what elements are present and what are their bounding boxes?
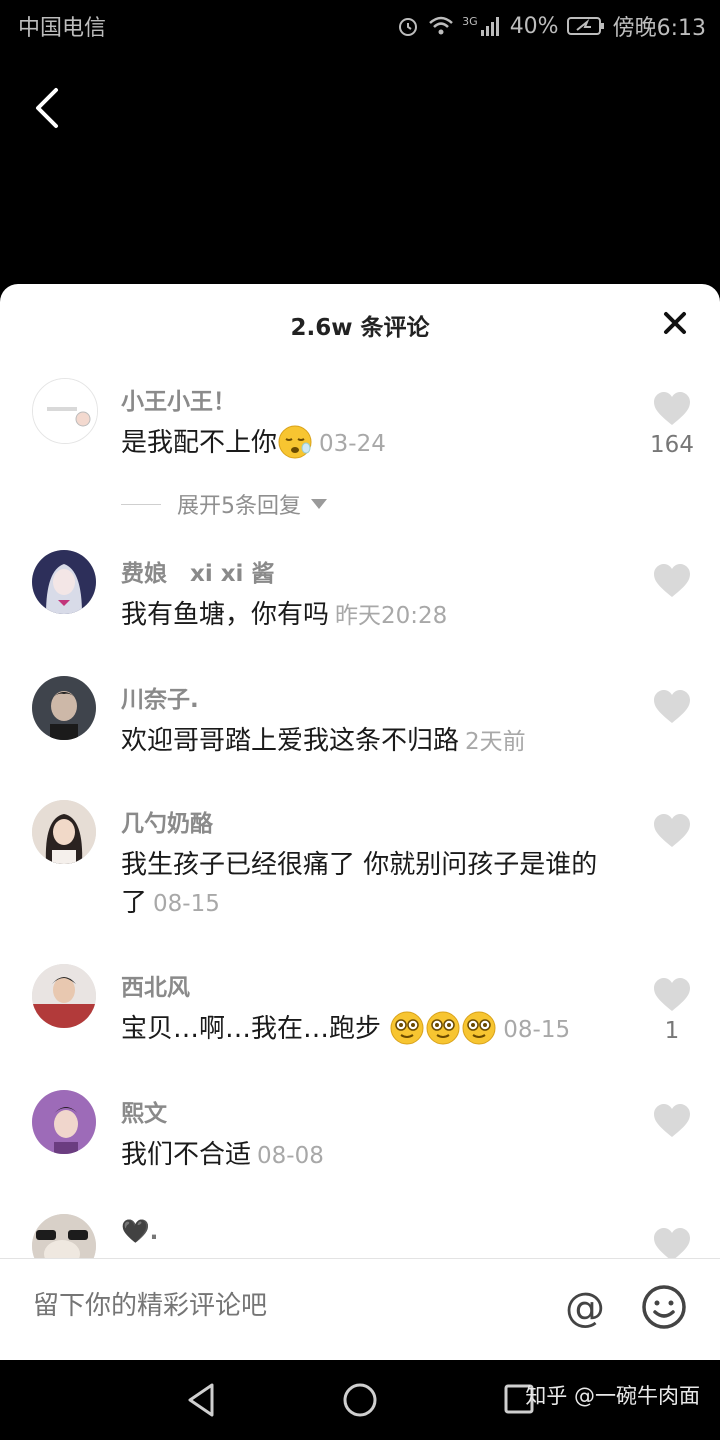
like-button[interactable]: 1: [648, 978, 696, 1044]
circle-home-icon: [343, 1383, 377, 1417]
heart-icon: [654, 1104, 690, 1137]
sheet-header: 2.6w 条评论: [0, 284, 720, 364]
watermark: 知乎 @一碗牛肉面: [525, 1384, 700, 1408]
comment-text-row: 欢迎哥哥踏上爱我这条不归路 2天前: [121, 722, 621, 761]
username[interactable]: 西北风: [121, 968, 190, 1002]
avatar-image: [32, 550, 96, 614]
divider: [121, 503, 161, 505]
mention-button[interactable]: @: [560, 1283, 610, 1333]
avatar-image: [32, 676, 96, 740]
avatar[interactable]: [32, 964, 96, 1028]
avatar-image: [32, 1090, 96, 1154]
comment-text-row: 我们不合适 08-08: [121, 1136, 621, 1175]
nav-back-button[interactable]: [182, 1380, 222, 1420]
comment-text-row: 宝贝…啊…我在…跑步 08-15: [121, 1010, 621, 1049]
dizzy-face-icon: [462, 1011, 496, 1044]
comment-text-row: 是我配不上你 03-24: [121, 424, 621, 463]
sleepy-face-icon: [278, 425, 312, 458]
triangle-back-icon: [188, 1383, 214, 1417]
comment-time: 昨天20:28: [335, 603, 448, 629]
username[interactable]: 川奈子.: [121, 680, 199, 714]
avatar[interactable]: [32, 378, 98, 444]
comment-text-row: 我有鱼塘，你有吗 昨天20:28: [121, 596, 621, 635]
battery-percent: 40%: [509, 13, 559, 39]
chevron-left-icon: [36, 88, 58, 128]
signal-icon: [480, 17, 499, 36]
expand-replies-label: 展开5条回复: [177, 494, 301, 519]
comment-time: 2天前: [465, 729, 526, 755]
heart-icon: [654, 978, 690, 1011]
like-button[interactable]: [648, 814, 696, 852]
like-button[interactable]: 164: [648, 392, 696, 458]
status-time: 傍晚6:13: [612, 16, 706, 41]
status-icons: 3G 40% 傍晚6:13: [396, 10, 706, 42]
heart-icon: [654, 814, 690, 847]
avatar[interactable]: [32, 550, 96, 614]
avatar-image: [32, 800, 96, 864]
nav-home-button[interactable]: [340, 1380, 380, 1420]
close-icon: [664, 312, 686, 334]
comment-time: 03-24: [319, 431, 386, 457]
comment-text: 我有鱼塘，你有吗: [121, 600, 330, 630]
like-button[interactable]: [648, 690, 696, 728]
avatar-image: [33, 379, 97, 443]
back-button[interactable]: [22, 80, 72, 136]
comment-time: 08-15: [503, 1017, 571, 1043]
dizzy-face-icon: [390, 1011, 424, 1044]
navigation-bar: 知乎 @一碗牛肉面: [0, 1360, 720, 1440]
comment-sheet: 2.6w 条评论 小王小王！ 是我配不上你 03-24 164 展开5条回复 费…: [0, 284, 720, 1360]
network-type-label: 3G: [462, 14, 478, 28]
battery-icon: [566, 17, 604, 35]
comment-input-bar: @: [0, 1258, 720, 1360]
comment-text: 是我配不上你: [121, 428, 278, 458]
wifi-icon: [429, 16, 453, 35]
caret-down-icon: [311, 499, 327, 509]
avatar[interactable]: [32, 800, 96, 864]
username[interactable]: 熙文: [121, 1094, 167, 1128]
comment-time: 08-15: [153, 891, 220, 917]
avatar[interactable]: [32, 1090, 96, 1154]
heart-icon: [654, 1228, 690, 1261]
close-button[interactable]: [660, 308, 690, 338]
comment-input[interactable]: [33, 1291, 513, 1321]
comment-text-row: 我生孩子已经很痛了 你就别问孩子是谁的了 08-15: [121, 846, 611, 923]
username[interactable]: 几勺奶酪: [121, 804, 213, 838]
username[interactable]: 小王小王！: [121, 382, 236, 416]
username[interactable]: 🖤.: [121, 1218, 158, 1245]
status-bar: 中国电信 3G 40% 傍晚6:13: [0, 0, 720, 50]
comment-text: 我们不合适: [121, 1140, 252, 1170]
avatar[interactable]: [32, 676, 96, 740]
like-button[interactable]: [648, 564, 696, 602]
comment-text: 欢迎哥哥踏上爱我这条不归路: [121, 726, 460, 756]
heart-icon: [654, 564, 690, 597]
smile-icon: [642, 1285, 686, 1329]
avatar-image: [32, 964, 96, 1028]
expand-replies-button[interactable]: 展开5条回复: [121, 488, 327, 520]
emoji-button[interactable]: [640, 1283, 688, 1331]
comment-time: 08-08: [257, 1143, 324, 1169]
like-count: 1: [664, 1018, 680, 1044]
like-count: 164: [650, 432, 694, 458]
alarm-icon: [399, 18, 418, 36]
username[interactable]: 费娘 xi xi 酱: [121, 554, 274, 588]
comment-text: 宝贝…啊…我在…跑步: [121, 1014, 382, 1044]
heart-icon: [654, 690, 690, 723]
like-button[interactable]: [648, 1104, 696, 1142]
carrier-label: 中国电信: [18, 16, 107, 41]
comment-count-title: 2.6w 条评论: [290, 315, 430, 341]
heart-icon: [654, 392, 690, 425]
dizzy-face-icon: [426, 1011, 460, 1044]
